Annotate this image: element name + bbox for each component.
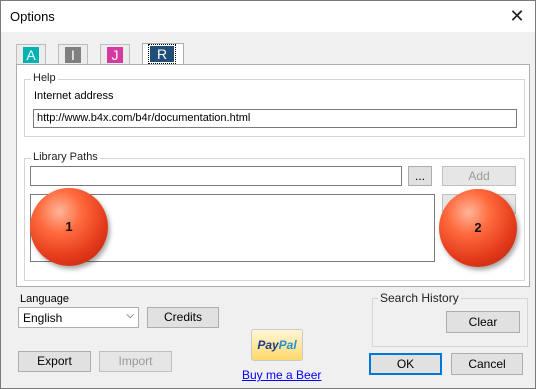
close-icon[interactable]: ✕ <box>505 4 529 28</box>
internet-address-label: Internet address <box>34 90 114 102</box>
language-selected-value: English <box>23 311 63 325</box>
help-group <box>24 79 525 137</box>
language-select[interactable]: English ⌵ <box>18 307 139 328</box>
language-label: Language <box>20 293 69 305</box>
tab-panel: Help Internet address http://www.b4x.com… <box>16 64 530 287</box>
add-button[interactable]: Add <box>442 166 516 186</box>
help-group-label: Help <box>31 72 58 84</box>
title-bar: Options ✕ <box>1 1 535 32</box>
r-tab-icon: R <box>148 44 176 64</box>
tab-a[interactable]: A <box>16 44 46 66</box>
clear-button[interactable]: Clear <box>446 311 520 333</box>
i-tab-icon: I <box>65 47 81 63</box>
j-tab-icon: J <box>107 47 123 63</box>
paypal-logo[interactable]: PayPal <box>251 329 303 361</box>
badge-2: 2 <box>439 189 517 267</box>
search-history-label: Search History <box>378 291 461 305</box>
tab-r[interactable]: R <box>142 43 184 66</box>
tab-j[interactable]: J <box>100 44 130 66</box>
chevron-down-icon: ⌵ <box>126 310 134 321</box>
credits-button[interactable]: Credits <box>147 307 219 328</box>
badge-1: 1 <box>30 188 108 266</box>
cancel-button[interactable]: Cancel <box>451 353 523 375</box>
ok-button[interactable]: OK <box>369 353 442 375</box>
library-paths-label: Library Paths <box>31 151 100 163</box>
internet-address-field[interactable]: http://www.b4x.com/b4r/documentation.htm… <box>33 109 517 128</box>
a-tab-icon: A <box>23 47 39 63</box>
window-title: Options <box>10 9 55 24</box>
tab-i[interactable]: I <box>58 44 88 66</box>
buy-me-a-beer-link[interactable]: Buy me a Beer <box>242 368 321 382</box>
export-button[interactable]: Export <box>18 351 91 372</box>
options-dialog: Options ✕ A I J R Help Internet address … <box>0 0 536 389</box>
browse-button[interactable]: ... <box>408 166 432 186</box>
import-button[interactable]: Import <box>99 351 172 372</box>
library-path-input[interactable] <box>30 166 402 186</box>
